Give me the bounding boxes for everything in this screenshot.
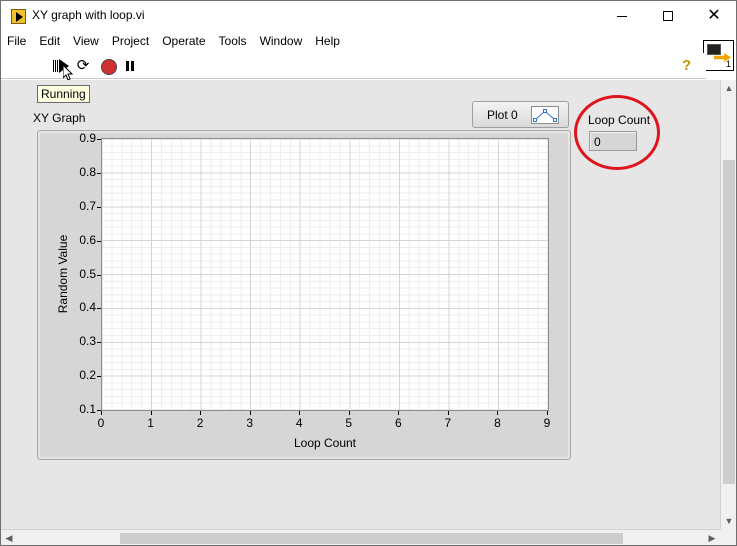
y-tick-label: 0.8: [79, 164, 96, 179]
x-tick-mark: [200, 411, 202, 415]
highlight-circle: [574, 95, 660, 170]
plot-legend-label: Plot 0: [487, 108, 518, 122]
close-button[interactable]: ✕: [691, 1, 736, 31]
vertical-scroll-thumb[interactable]: [723, 160, 735, 484]
monitor-icon: [707, 44, 721, 55]
plot-area[interactable]: [101, 138, 549, 411]
x-tick-mark: [497, 411, 499, 415]
vi-connector-icon[interactable]: 1: [703, 40, 734, 71]
y-axis-label: Random Value: [56, 234, 70, 314]
x-tick-mark: [150, 411, 152, 415]
plot-style-icon[interactable]: [531, 106, 559, 124]
toolbar: ⟳ ?: [1, 53, 706, 79]
graph-label: XY Graph: [33, 111, 86, 125]
scroll-up-icon[interactable]: ▲: [721, 80, 736, 96]
labview-vi-window: XY graph with loop.vi ✕ File Edit View P…: [0, 0, 737, 546]
x-tick-label: 0: [97, 416, 105, 430]
y-tick-mark: [97, 206, 101, 208]
x-tick-mark: [547, 411, 548, 415]
context-help-icon[interactable]: ?: [682, 57, 691, 74]
window-title: XY graph with loop.vi: [32, 8, 145, 22]
y-tick-mark: [97, 139, 101, 140]
x-tick-label: 2: [196, 416, 204, 430]
x-tick-label: 6: [394, 416, 402, 430]
menu-help[interactable]: Help: [309, 31, 347, 53]
x-tick-label: 8: [494, 416, 501, 430]
scroll-left-icon[interactable]: ◀: [1, 530, 17, 545]
run-tooltip: Running: [37, 85, 90, 103]
x-tick-mark: [249, 411, 251, 415]
menu-edit[interactable]: Edit: [33, 31, 67, 53]
connector-number: 1: [725, 59, 731, 69]
y-tick-mark: [97, 240, 101, 242]
menu-operate[interactable]: Operate: [156, 31, 212, 53]
y-tick-label: 0.3: [79, 334, 96, 349]
menu-window[interactable]: Window: [254, 31, 310, 53]
x-axis-label: Loop Count: [293, 436, 357, 450]
x-tick-mark: [299, 411, 301, 415]
x-tick-label: 1: [147, 416, 154, 430]
x-tick-label: 5: [345, 416, 353, 430]
x-tick-label: 7: [444, 416, 452, 430]
scroll-right-icon[interactable]: ▶: [704, 530, 720, 545]
menu-file[interactable]: File: [1, 31, 33, 53]
scrollbar-corner: [720, 529, 736, 545]
menu-tools[interactable]: Tools: [213, 31, 254, 53]
x-tick-mark: [101, 411, 102, 415]
horizontal-scroll-thumb[interactable]: [120, 533, 623, 544]
pause-icon[interactable]: [123, 58, 139, 74]
menu-view[interactable]: View: [67, 31, 106, 53]
scroll-down-icon[interactable]: ▼: [721, 513, 736, 529]
menu-project[interactable]: Project: [106, 31, 156, 53]
y-tick-label: 0.9: [79, 131, 96, 145]
y-tick-mark: [97, 308, 101, 310]
x-tick-mark: [447, 411, 449, 415]
y-tick-mark: [97, 172, 101, 174]
abort-execution-icon[interactable]: [100, 58, 117, 75]
run-continuously-icon[interactable]: ⟳: [75, 58, 91, 74]
y-tick-mark: [97, 342, 101, 344]
x-tick-mark: [398, 411, 400, 415]
y-tick-mark: [97, 274, 101, 276]
vertical-scrollbar[interactable]: ▲ ▼: [720, 80, 736, 529]
minimize-icon: [617, 15, 627, 17]
minimize-button[interactable]: [599, 1, 645, 31]
y-tick-label: 0.1: [79, 402, 96, 416]
y-tick-label: 0.2: [79, 368, 96, 383]
maximize-button[interactable]: [645, 1, 691, 31]
plot-legend[interactable]: Plot 0: [472, 101, 569, 128]
line-style-icon: [533, 109, 557, 122]
menu-bar: File Edit View Project Operate Tools Win…: [1, 31, 701, 53]
plot-grid: [102, 139, 548, 410]
close-icon: ✕: [707, 7, 721, 24]
y-tick-label: 0.7: [79, 198, 96, 213]
horizontal-scrollbar[interactable]: ◀ ▶: [1, 529, 720, 545]
labview-app-icon: [11, 9, 26, 24]
mouse-cursor-icon: [63, 65, 73, 81]
y-tick-mark: [97, 376, 101, 378]
x-tick-mark: [348, 411, 350, 415]
maximize-icon: [663, 11, 673, 21]
x-tick-label: 9: [543, 416, 551, 430]
x-tick-label: 4: [295, 416, 303, 430]
title-bar: XY graph with loop.vi ✕: [1, 1, 736, 31]
x-tick-label: 3: [246, 416, 253, 430]
